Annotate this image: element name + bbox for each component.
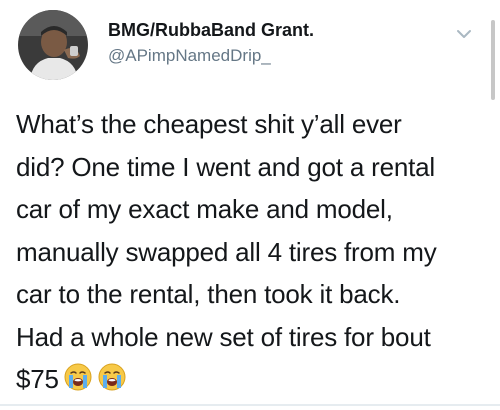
tweet-text-line: $75 [16, 364, 59, 394]
avatar-photo-icon [18, 10, 88, 80]
tweet-text-line: did? One time I went and got a rental [16, 151, 435, 182]
user-handle[interactable]: @APimpNamedDrip_ [108, 46, 271, 66]
tweet-text: What’s the cheapest shit y’all ever did?… [16, 103, 492, 401]
chevron-down-icon [457, 30, 471, 38]
tweet-card: BMG/RubbaBand Grant. @APimpNamedDrip_ Wh… [0, 0, 500, 410]
tweet-text-line: What’s the cheapest shit y’all ever [16, 109, 402, 139]
tweet-text-line: Had a whole new set of tires for bout [16, 321, 431, 352]
loudly-crying-face-emoji-icon [97, 362, 127, 392]
scrollbar[interactable] [491, 20, 495, 100]
tweet-text-line: manually swapped all 4 tires from my [16, 236, 437, 267]
tweet-text-line: car of my exact make and model, [16, 194, 393, 224]
avatar[interactable] [18, 10, 88, 80]
tweet-text-line: car to the rental, then took it back. [16, 279, 401, 309]
display-name[interactable]: BMG/RubbaBand Grant. [108, 20, 314, 41]
divider [0, 404, 500, 406]
tweet-text-last-line: $75 [16, 358, 492, 401]
loudly-crying-face-emoji-icon [63, 362, 93, 392]
tweet-menu-button[interactable] [452, 24, 476, 44]
